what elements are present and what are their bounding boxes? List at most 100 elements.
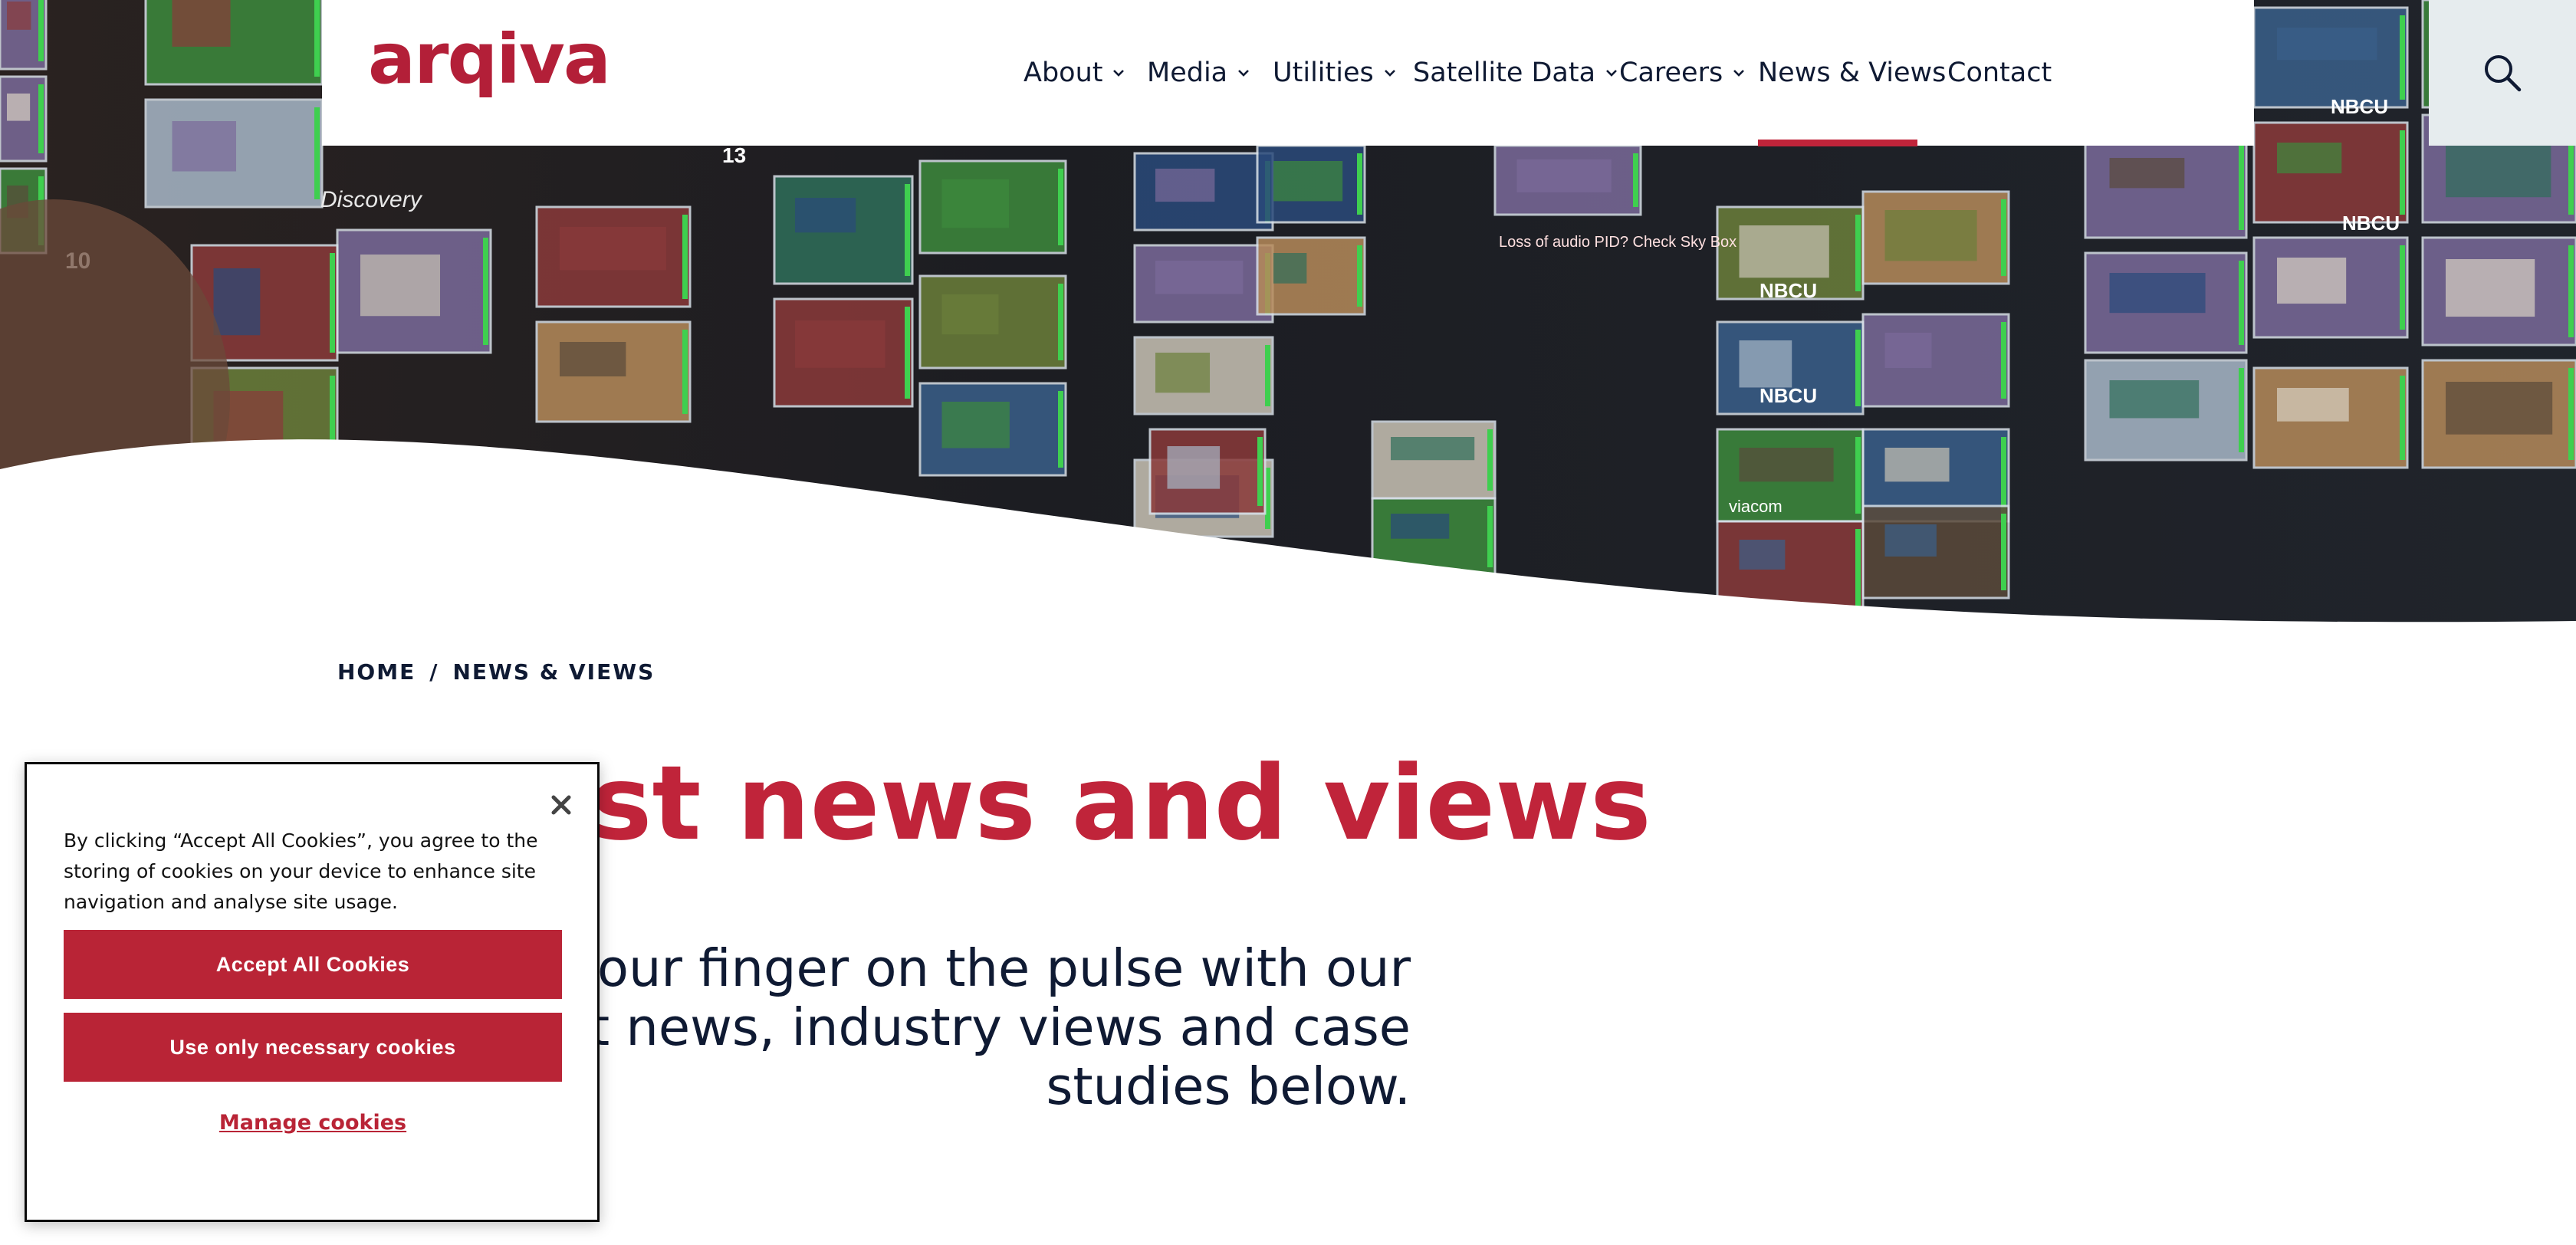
cookie-dialog: By clicking “Accept All Cookies”, you ag… (25, 762, 600, 1222)
audio-level-meter (2568, 245, 2574, 337)
audio-level-meter (1855, 437, 1861, 514)
video-wall-screen-content (1273, 161, 1343, 202)
nav-item-label: Utilities (1273, 57, 1374, 88)
nav-item-utilities[interactable]: Utilities (1273, 52, 1397, 94)
video-wall-screen-content (1884, 333, 1932, 369)
video-wall-screen-content (1739, 340, 1792, 388)
video-wall-screen-content (7, 2, 31, 30)
close-icon[interactable] (548, 792, 574, 818)
video-wall-screen-content (2446, 382, 2553, 435)
breadcrumb-home[interactable]: HOME (337, 659, 416, 685)
audio-level-meter (1265, 345, 1270, 406)
audio-level-meter (2239, 368, 2244, 452)
audio-level-meter (1058, 169, 1063, 245)
video-wall-screen-content (1739, 448, 1834, 482)
video-wall-screen-content (2109, 158, 2185, 189)
nav-item-label: Media (1147, 57, 1228, 88)
video-wall-screen-content (1273, 253, 1307, 284)
cookie-message: By clicking “Accept All Cookies”, you ag… (64, 829, 538, 913)
breadcrumb: HOME / NEWS & VIEWS (337, 659, 655, 685)
video-wall-screen-content (172, 121, 237, 172)
audio-level-meter (483, 238, 488, 345)
nav-item-media[interactable]: Media (1147, 52, 1250, 94)
audio-level-meter (314, 107, 320, 199)
chevron-down-icon (1606, 70, 1617, 77)
audio-level-meter (1357, 153, 1362, 215)
video-wall-screen-content (941, 179, 1010, 228)
video-wall-screen-content (795, 320, 886, 368)
video-wall-screen-content (1516, 159, 1612, 192)
audio-level-meter (1633, 153, 1638, 207)
hero-label-nbcu-4: NBCU (2342, 212, 2400, 235)
nav-item-label: Careers (1619, 57, 1723, 88)
video-wall-screen-content (1884, 524, 1937, 557)
audio-level-meter (2400, 15, 2405, 100)
video-wall-screen-content (1884, 448, 1950, 482)
audio-level-meter (38, 0, 44, 61)
audio-level-meter (2239, 146, 2244, 230)
audio-level-meter (2239, 261, 2244, 345)
video-wall-screen-content (1884, 210, 1977, 261)
breadcrumb-separator: / (429, 659, 439, 685)
accept-all-cookies-button[interactable]: Accept All Cookies (64, 930, 562, 999)
audio-level-meter (38, 84, 44, 153)
video-wall-screen-content (2109, 380, 2200, 419)
video-wall-screen-content (2277, 388, 2349, 422)
audio-level-meter (2400, 245, 2405, 330)
video-wall-screen-content (1155, 353, 1211, 393)
audio-level-meter (314, 0, 320, 77)
video-wall-screen-content (360, 255, 441, 317)
chevron-down-icon (1384, 70, 1395, 77)
audio-level-meter (1058, 284, 1063, 360)
nav-item-contact[interactable]: Contact (1947, 52, 2052, 94)
audio-level-meter (1257, 437, 1263, 506)
video-wall-screen-content (172, 0, 231, 47)
video-wall-screen-content (213, 268, 261, 336)
audio-level-meter (2001, 199, 2006, 276)
video-wall-screen-content (2446, 259, 2535, 317)
audio-level-meter (905, 184, 910, 276)
main-nav: About Media Utilities Satellite Data Car… (322, 0, 2254, 146)
nav-item-label: Satellite Data (1413, 57, 1596, 88)
nav-item-label: Contact (1947, 57, 2052, 88)
audio-level-meter (2001, 514, 2006, 590)
chevron-down-icon (1113, 70, 1125, 77)
audio-level-meter (2400, 130, 2405, 215)
audio-level-meter (2001, 437, 2006, 514)
audio-level-meter (1855, 330, 1861, 406)
video-wall-screen-content (1739, 540, 1786, 570)
nav-item-about[interactable]: About (1024, 52, 1125, 94)
nav-item-satellite-data[interactable]: Satellite Data (1413, 52, 1618, 94)
audio-level-meter (905, 307, 910, 399)
audio-level-meter (1855, 529, 1861, 606)
nav-active-indicator (1758, 140, 1917, 146)
nav-item-news-views[interactable]: News & Views (1758, 52, 1946, 94)
video-wall-screen-content (1155, 261, 1244, 294)
audio-level-meter (1487, 506, 1493, 567)
site-header: arqiva About Media Utilities Satellite D… (322, 0, 2576, 146)
video-wall-screen-content (1391, 514, 1450, 539)
audio-level-meter (330, 253, 335, 353)
nav-item-label: News & Views (1758, 57, 1947, 88)
video-wall-screen-content (795, 198, 856, 233)
video-wall-screen-content (1739, 225, 1829, 278)
audio-level-meter (2400, 376, 2405, 460)
audio-level-meter (2001, 322, 2006, 399)
hero-label-discovery: Discovery (320, 187, 423, 212)
chevron-down-icon (1238, 70, 1250, 77)
audio-level-meter (1357, 245, 1362, 307)
video-wall-screen-content (1391, 437, 1475, 461)
breadcrumb-current: NEWS & VIEWS (452, 659, 656, 685)
hero-label-13: 13 (722, 143, 746, 167)
video-wall-screen-content (1167, 446, 1221, 489)
nav-item-careers[interactable]: Careers (1619, 52, 1746, 94)
search-button[interactable] (2429, 0, 2576, 146)
necessary-cookies-button[interactable]: Use only necessary cookies (64, 1013, 562, 1082)
audio-level-meter (682, 215, 688, 299)
hero-label-viacom: viacom (1729, 497, 1783, 516)
video-wall-screen-content (1155, 169, 1215, 202)
video-wall-screen-content (2277, 143, 2342, 174)
manage-cookies-link[interactable]: Manage cookies (64, 1111, 562, 1135)
video-wall-screen-content (2109, 273, 2206, 314)
hero-label-nbcu-1: NBCU (1760, 279, 1817, 302)
